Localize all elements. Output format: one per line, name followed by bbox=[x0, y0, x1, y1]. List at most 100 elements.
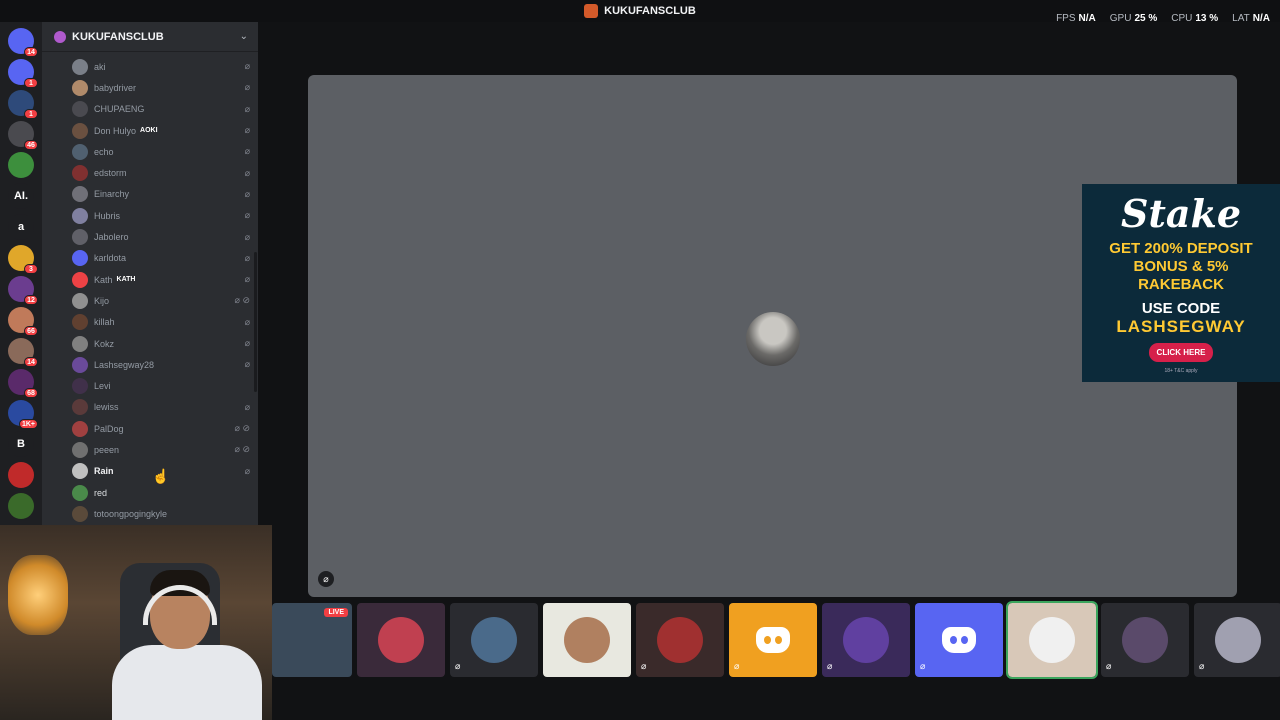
participant-tile[interactable] bbox=[543, 603, 631, 677]
server-icon-server-6[interactable]: 14 bbox=[8, 338, 38, 367]
avatar[interactable] bbox=[72, 79, 88, 96]
avatar[interactable] bbox=[72, 58, 88, 75]
voice-member-kokz[interactable]: Kokz ⌀ bbox=[42, 333, 258, 354]
participant-tile[interactable]: ⌀ bbox=[822, 603, 910, 677]
focused-user-avatar[interactable] bbox=[746, 312, 800, 366]
perf-lat: LAT bbox=[1232, 13, 1250, 24]
avatar[interactable] bbox=[72, 463, 88, 480]
participant-tile[interactable]: LIVE bbox=[272, 603, 352, 677]
voice-member-kath[interactable]: Kath KATH ⌀ bbox=[42, 269, 258, 290]
server-icon-server-ai[interactable]: AI. bbox=[8, 183, 34, 209]
server-icon-server-b[interactable]: B bbox=[8, 431, 34, 457]
voice-member-hubris[interactable]: Hubris ⌀ bbox=[42, 205, 258, 226]
voice-member-einarchy[interactable]: Einarchy ⌀ bbox=[42, 184, 258, 205]
member-tag: KATH bbox=[116, 276, 136, 284]
voice-member-totoongpogingkyle[interactable]: totoongpogingkyle bbox=[42, 503, 258, 524]
avatar[interactable] bbox=[72, 101, 88, 118]
voice-member-aki[interactable]: aki ⌀ bbox=[42, 56, 258, 77]
participant-tile-strip: LIVE ⌀ ⌀ ⌀ ⌀ ⌀ ⌀ ⌀ bbox=[272, 601, 1280, 679]
avatar[interactable] bbox=[72, 356, 88, 373]
voice-member-rain[interactable]: Rain ⌀ bbox=[42, 461, 258, 482]
voice-member-echo[interactable]: echo ⌀ bbox=[42, 141, 258, 162]
voice-member-jabolero[interactable]: Jabolero ⌀ bbox=[42, 226, 258, 247]
server-name: KUKUFANSCLUB bbox=[72, 30, 164, 43]
deafen-icon[interactable]: ⌀ bbox=[318, 571, 334, 587]
voice-member-peeen[interactable]: peeen ⌀ ⊘ bbox=[42, 439, 258, 460]
server-icon-server-2[interactable]: 1 bbox=[8, 90, 38, 119]
avatar[interactable] bbox=[72, 229, 88, 246]
stake-ad-banner[interactable]: Stake GET 200% DEPOSIT BONUS & 5% RAKEBA… bbox=[1082, 184, 1280, 382]
avatar[interactable] bbox=[72, 122, 88, 139]
avatar[interactable] bbox=[72, 335, 88, 352]
avatar[interactable] bbox=[72, 441, 88, 458]
voice-member-red[interactable]: red bbox=[42, 482, 258, 503]
voice-member-levi[interactable]: Levi bbox=[42, 375, 258, 396]
ad-bonus-line-3: RAKEBACK bbox=[1138, 276, 1224, 293]
avatar[interactable] bbox=[72, 186, 88, 203]
server-icon-server-4[interactable] bbox=[8, 152, 34, 178]
window-title: KUKUFANSCLUB bbox=[584, 4, 696, 18]
participant-tile[interactable]: ⌀ bbox=[636, 603, 724, 677]
mention-badge: 46 bbox=[24, 140, 38, 150]
mute-deafen-icons: ⌀ bbox=[244, 146, 250, 157]
mute-deafen-icons: ⌀ bbox=[244, 274, 250, 285]
avatar[interactable] bbox=[72, 399, 88, 416]
server-icon-server-tei-2[interactable] bbox=[8, 462, 34, 488]
mute-deafen-icons: ⌀ ⊘ bbox=[234, 295, 250, 306]
voice-member-lashsegway28[interactable]: Lashsegway28 ⌀ bbox=[42, 354, 258, 375]
server-header[interactable]: KUKUFANSCLUB ⌄ bbox=[42, 22, 258, 52]
voice-member-don-hulyo[interactable]: Don Hulyo AOKI ⌀ bbox=[42, 120, 258, 141]
mute-deafen-icons: ⌀ bbox=[244, 316, 250, 327]
participant-tile[interactable]: ⌀ bbox=[915, 603, 1003, 677]
avatar[interactable] bbox=[72, 165, 88, 182]
avatar[interactable] bbox=[72, 505, 88, 522]
server-icon-server-inday[interactable]: 12 bbox=[8, 276, 38, 305]
server-glyph: a bbox=[17, 221, 25, 233]
server-icon-direct-messages[interactable]: 14 bbox=[8, 28, 38, 57]
server-icon-server-7[interactable]: 68 bbox=[8, 369, 38, 398]
ad-click-button[interactable]: CLICK HERE bbox=[1148, 343, 1214, 362]
participant-avatar bbox=[1122, 617, 1168, 663]
avatar[interactable] bbox=[72, 484, 88, 501]
participant-tile[interactable] bbox=[357, 603, 445, 677]
participant-avatar bbox=[471, 617, 517, 663]
member-sidebar: KUKUFANSCLUB ⌄ aki ⌀ babydriver ⌀ CHUPAENG ⌀ D… bbox=[42, 22, 258, 525]
avatar[interactable] bbox=[72, 292, 88, 309]
avatar[interactable] bbox=[72, 143, 88, 160]
avatar[interactable] bbox=[72, 378, 88, 395]
participant-tile[interactable] bbox=[1006, 601, 1098, 679]
voice-member-lewiss[interactable]: lewiss ⌀ bbox=[42, 397, 258, 418]
server-icon bbox=[584, 4, 599, 18]
voice-member-killah[interactable]: killah ⌀ bbox=[42, 312, 258, 333]
voice-member-kijo[interactable]: Kijo ⌀ ⊘ bbox=[42, 290, 258, 311]
mute-deafen-icons: ⌀ bbox=[244, 61, 250, 72]
member-name: karldota bbox=[94, 253, 127, 264]
participant-tile[interactable]: ⌀ bbox=[450, 603, 538, 677]
participant-tile[interactable]: ⌀ bbox=[729, 603, 817, 677]
voice-member-paldog[interactable]: PalDog ⌀ ⊘ bbox=[42, 418, 258, 439]
participant-tile[interactable]: ⌀ bbox=[1101, 603, 1189, 677]
participant-tile[interactable]: ⌀ bbox=[1194, 603, 1280, 677]
avatar[interactable] bbox=[72, 420, 88, 437]
voice-member-chupaeng[interactable]: CHUPAENG ⌀ bbox=[42, 99, 258, 120]
avatar[interactable] bbox=[72, 271, 88, 288]
avatar[interactable] bbox=[72, 250, 88, 267]
server-icon-server-pikachu[interactable]: 3 bbox=[8, 245, 38, 274]
server-icon-server-5[interactable]: 66 bbox=[8, 307, 38, 336]
avatar[interactable] bbox=[72, 207, 88, 224]
voice-member-babydriver[interactable]: babydriver ⌀ bbox=[42, 77, 258, 98]
server-icon-server-8[interactable] bbox=[8, 493, 34, 519]
voice-member-edstorm[interactable]: edstorm ⌀ bbox=[42, 162, 258, 183]
mention-badge: 1K+ bbox=[18, 419, 38, 429]
sidebar-scrollbar[interactable] bbox=[254, 252, 257, 392]
mention-badge: 1 bbox=[24, 78, 38, 88]
server-icon-server-1[interactable]: 1 bbox=[8, 59, 38, 88]
ad-fine-print: 18+ T&C apply bbox=[1164, 368, 1198, 374]
server-icon-server-3[interactable]: 46 bbox=[8, 121, 38, 150]
chevron-down-icon[interactable]: ⌄ bbox=[240, 31, 248, 42]
server-icon-server-tei[interactable]: 1K+ bbox=[8, 400, 38, 429]
voice-member-karldota[interactable]: karldota ⌀ bbox=[42, 248, 258, 269]
member-name: Kokz bbox=[94, 338, 115, 349]
server-icon-server-a[interactable]: a bbox=[8, 214, 34, 240]
avatar[interactable] bbox=[72, 314, 88, 331]
